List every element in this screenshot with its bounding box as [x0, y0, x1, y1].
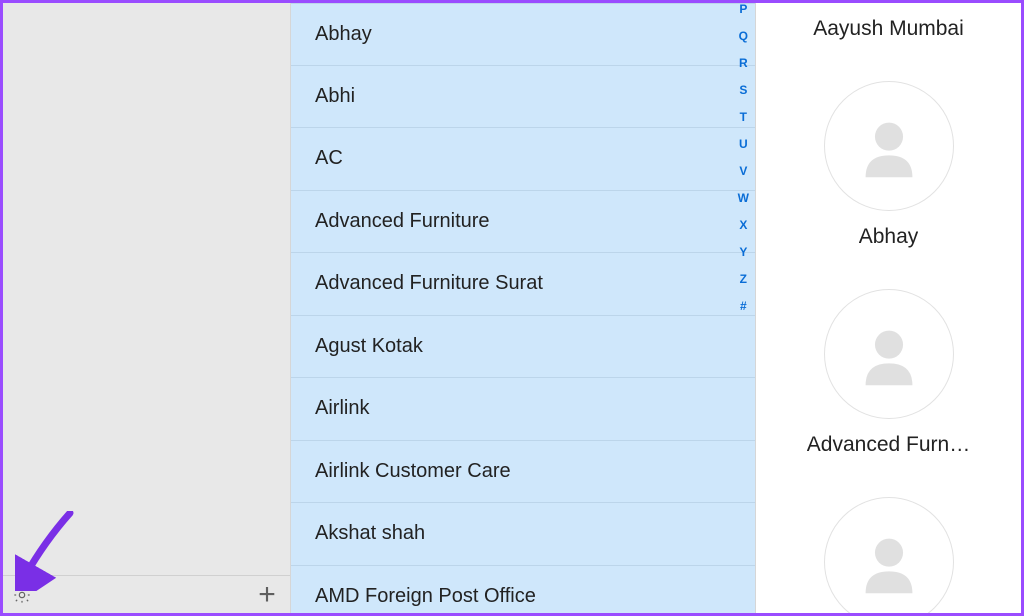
- person-icon: [850, 107, 928, 185]
- avatar: [824, 81, 954, 211]
- contact-row[interactable]: Airlink: [291, 378, 755, 441]
- settings-button[interactable]: [3, 576, 41, 614]
- contact-row[interactable]: Abhay: [291, 3, 755, 66]
- contact-row[interactable]: Akshat shah: [291, 503, 755, 566]
- contact-name: Abhay: [315, 23, 372, 46]
- sidebar-toolbar: +: [3, 575, 290, 613]
- index-letter[interactable]: Y: [739, 246, 747, 258]
- contact-row[interactable]: Airlink Customer Care: [291, 441, 755, 504]
- index-letter[interactable]: R: [739, 57, 748, 69]
- add-button[interactable]: +: [244, 576, 290, 614]
- contact-name: AC: [315, 147, 343, 170]
- plus-icon: +: [258, 578, 276, 612]
- contact-row[interactable]: Advanced Furniture: [291, 191, 755, 254]
- contact-name: Advanced Furniture Surat: [315, 272, 543, 295]
- index-letter[interactable]: Z: [740, 273, 747, 285]
- contact-list[interactable]: Abhay Abhi AC Advanced Furniture Advance…: [291, 3, 755, 613]
- contact-row[interactable]: AMD Foreign Post Office: [291, 566, 755, 614]
- contact-name: Airlink Customer Care: [315, 460, 511, 483]
- card-name: Advanced Furn…: [807, 433, 970, 457]
- alpha-index[interactable]: P Q R S T U V W X Y Z #: [738, 3, 749, 312]
- sidebar: +: [3, 3, 291, 613]
- index-letter[interactable]: P: [739, 3, 747, 15]
- person-icon: [850, 315, 928, 393]
- app-window: + Abhay Abhi AC Advanced Furniture Advan…: [0, 0, 1024, 616]
- contact-name: Abhi: [315, 85, 355, 108]
- gear-icon: [12, 585, 32, 605]
- detail-pane: Aayush Mumbai Abhay Advanced Furn…: [755, 3, 1021, 613]
- index-letter[interactable]: X: [739, 219, 747, 231]
- index-letter[interactable]: S: [739, 84, 747, 96]
- card-name: Aayush Mumbai: [813, 17, 964, 41]
- contact-row[interactable]: AC: [291, 128, 755, 191]
- contact-row[interactable]: Agust Kotak: [291, 316, 755, 379]
- contact-card[interactable]: Advanced Furn…: [756, 249, 1021, 457]
- index-letter[interactable]: T: [740, 111, 747, 123]
- contact-name: Airlink: [315, 397, 369, 420]
- contact-name: Advanced Furniture: [315, 210, 490, 233]
- contact-row[interactable]: Abhi: [291, 66, 755, 129]
- contact-list-pane: Abhay Abhi AC Advanced Furniture Advance…: [291, 3, 755, 613]
- index-letter[interactable]: U: [739, 138, 748, 150]
- card-name: Abhay: [859, 225, 919, 249]
- contact-card[interactable]: Aayush Mumbai: [756, 3, 1021, 41]
- contact-row[interactable]: Advanced Furniture Surat: [291, 253, 755, 316]
- index-letter[interactable]: W: [738, 192, 749, 204]
- avatar: [824, 289, 954, 419]
- contact-name: Akshat shah: [315, 522, 425, 545]
- index-letter[interactable]: Q: [739, 30, 748, 42]
- index-letter[interactable]: #: [740, 300, 747, 312]
- contact-name: AMD Foreign Post Office: [315, 585, 536, 608]
- contact-name: Agust Kotak: [315, 335, 423, 358]
- contact-card[interactable]: Abhay: [756, 41, 1021, 249]
- avatar: [824, 497, 954, 613]
- contact-card[interactable]: [756, 457, 1021, 613]
- person-icon: [850, 523, 928, 601]
- index-letter[interactable]: V: [739, 165, 747, 177]
